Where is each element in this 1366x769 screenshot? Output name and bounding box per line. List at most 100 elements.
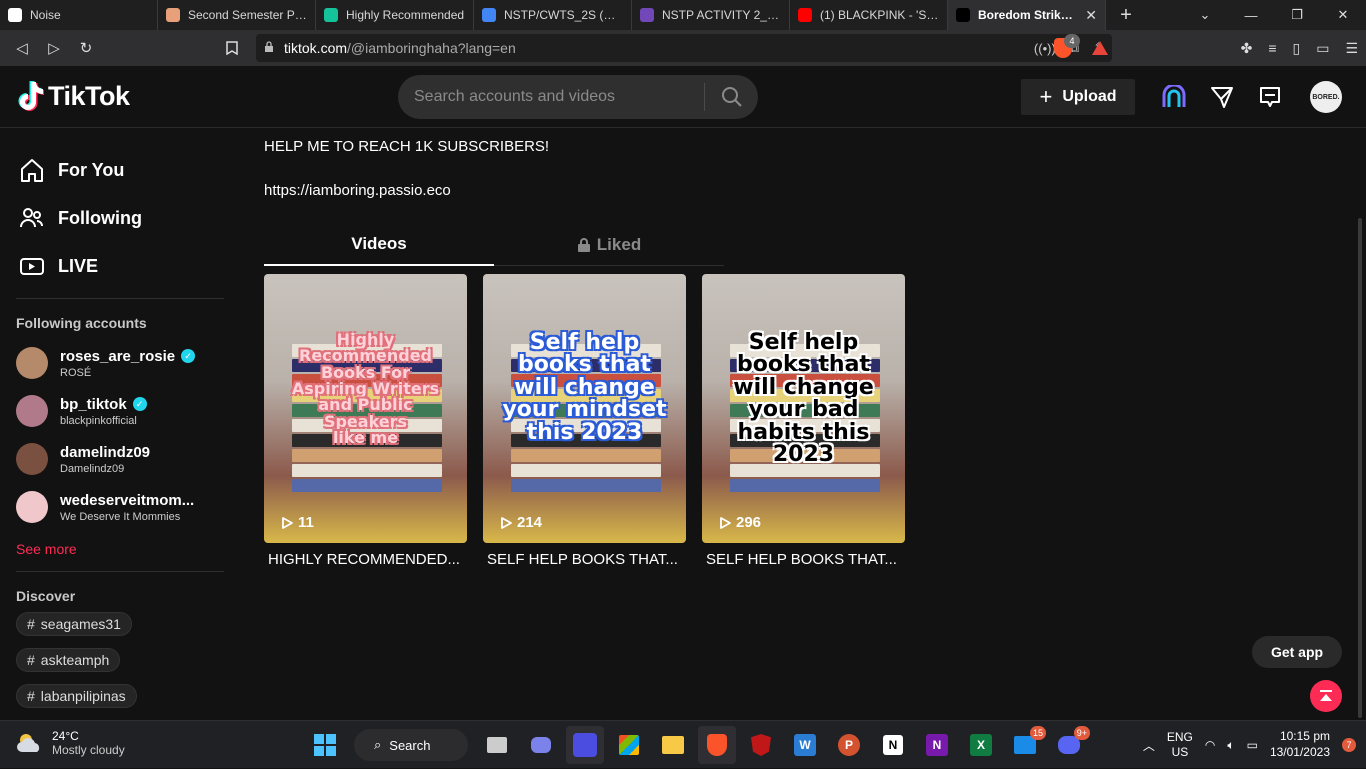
playlist-icon[interactable]: ≡	[1268, 40, 1276, 56]
store-icon[interactable]	[610, 726, 648, 764]
weather-widget[interactable]: 24°C Mostly cloudy	[16, 729, 125, 757]
file-explorer-icon[interactable]	[654, 726, 692, 764]
taskbar-search[interactable]: ⌕ Search	[354, 729, 468, 761]
account-avatar	[16, 443, 48, 475]
broadcast-icon[interactable]: ((•))	[1034, 41, 1056, 56]
video-thumbnail[interactable]: Self help books that will change your minds…	[483, 274, 686, 543]
tiktok-logo[interactable]: TikTok	[16, 80, 130, 112]
tab-search-icon[interactable]: ⌄	[1182, 0, 1228, 30]
video-caption[interactable]: SELF HELP BOOKS THAT...	[483, 551, 686, 568]
system-tray: ︿ ENG US ◠ 🔈︎ ▭ 10:15 pm 13/01/2023 7	[1143, 721, 1366, 769]
account-subtitle: blackpinkofficial	[60, 414, 137, 427]
video-card[interactable]: Highly Recommended Books For Aspiring Write…	[264, 274, 467, 568]
overlay-line: habits this	[737, 419, 870, 445]
video-card[interactable]: Self help books that will change your minds…	[483, 274, 686, 568]
following-account[interactable]: wedeserveitmom... We Deserve It Mommies	[0, 483, 240, 531]
account-avatar	[16, 491, 48, 523]
browser-tab[interactable]: Second Semester Preli	[158, 0, 316, 30]
search-button[interactable]	[710, 75, 754, 119]
mail-icon[interactable]: 15	[1006, 726, 1046, 764]
see-more-link[interactable]: See more	[0, 531, 240, 571]
discover-tag[interactable]: # seagames31	[16, 612, 132, 636]
notification-badge[interactable]: 7	[1342, 738, 1356, 752]
chevron-up-icon[interactable]: ︿	[1143, 737, 1155, 754]
account-subtitle: Damelindz09	[60, 462, 125, 475]
video-caption[interactable]: HIGHLY RECOMMENDED...	[264, 551, 467, 568]
tab-videos[interactable]: Videos	[264, 224, 494, 266]
brave-browser-icon[interactable]	[698, 726, 736, 764]
volume-icon[interactable]: 🔈︎	[1227, 738, 1234, 753]
discover-tag[interactable]: # labanpilipinas	[16, 684, 137, 708]
excel-icon[interactable]: X	[962, 726, 1000, 764]
close-window-button[interactable]: ✕	[1320, 0, 1366, 30]
tab-liked[interactable]: Liked	[494, 224, 724, 266]
browser-toolbar: ◁ ▷ ↻ tiktok.com/@iamboringhaha?lang=en …	[0, 30, 1366, 66]
notion-icon[interactable]: N	[874, 726, 912, 764]
logo-text: TikTok	[48, 80, 130, 111]
sidebar-item-following[interactable]: Following	[8, 194, 240, 242]
forward-icon[interactable]: ▷	[38, 32, 70, 64]
menu-icon[interactable]: ☰	[1345, 40, 1358, 57]
video-caption[interactable]: SELF HELP BOOKS THAT...	[702, 551, 905, 568]
sidebar-toggle-icon[interactable]: ▯	[1292, 40, 1300, 57]
maximize-button[interactable]: ❐	[1274, 0, 1320, 30]
new-tab-button[interactable]: +	[1106, 0, 1146, 30]
mcafee-icon[interactable]	[742, 726, 780, 764]
sidebar-item-live[interactable]: LIVE	[8, 242, 240, 290]
task-view-icon[interactable]	[478, 726, 516, 764]
minimize-button[interactable]: —	[1228, 0, 1274, 30]
powerpoint-icon[interactable]: P	[830, 726, 868, 764]
browser-tab-label: Second Semester Preli	[188, 8, 307, 22]
start-button[interactable]	[306, 726, 344, 764]
lock-icon	[264, 40, 274, 56]
back-to-top-button[interactable]	[1310, 680, 1342, 712]
profile-link[interactable]: https://iamboring.passio.eco	[264, 182, 451, 199]
messages-icon[interactable]	[1208, 83, 1236, 111]
following-account[interactable]: damelindz09 Damelindz09	[0, 435, 240, 483]
extensions-icon[interactable]: ✤	[1241, 40, 1253, 57]
browser-tab[interactable]: Boredom Strikes (@ ✕	[948, 0, 1106, 30]
onenote-icon[interactable]: N	[918, 726, 956, 764]
browser-tab-label: NSTP ACTIVITY 2_WEE	[662, 8, 781, 22]
profile-avatar[interactable]: BORED.	[1310, 81, 1342, 113]
bookmark-icon[interactable]	[216, 32, 248, 64]
video-thumbnail[interactable]: Highly Recommended Books For Aspiring Write…	[264, 274, 467, 543]
capcut-icon[interactable]	[566, 726, 604, 764]
language-indicator[interactable]: ENG US	[1167, 730, 1193, 760]
following-account[interactable]: bp_tiktok ✓ blackpinkofficial	[0, 387, 240, 435]
search-input[interactable]	[414, 88, 694, 106]
lock-icon	[577, 238, 590, 252]
meet-icon[interactable]	[522, 726, 560, 764]
inbox-icon[interactable]	[1256, 83, 1284, 111]
address-bar[interactable]: tiktok.com/@iamboringhaha?lang=en ((•)) …	[256, 34, 1112, 62]
video-card[interactable]: Self help books that will change your bad ha…	[702, 274, 905, 568]
word-icon[interactable]: W	[786, 726, 824, 764]
following-account[interactable]: roses_are_rosie ✓ ROSÉ	[0, 339, 240, 387]
overlay-line: will change	[514, 374, 655, 400]
upload-button[interactable]: + Upload	[1021, 79, 1135, 115]
discover-tag[interactable]: # askteamph	[16, 648, 121, 672]
browser-tab[interactable]: NSTP ACTIVITY 2_WEE	[632, 0, 790, 30]
live-studio-icon[interactable]	[1160, 83, 1188, 111]
browser-tab[interactable]: (1) BLACKPINK - 'SURE	[790, 0, 948, 30]
browser-tab[interactable]: Highly Recommended	[316, 0, 474, 30]
close-tab-icon[interactable]: ✕	[1085, 7, 1097, 24]
taskbar-apps: ⌕ Search W P N N X 15 9+	[306, 725, 1090, 765]
overlay-line: books that	[518, 352, 651, 378]
wallet-icon[interactable]: ▭	[1316, 40, 1329, 57]
sidebar-item-for-you[interactable]: For You	[8, 146, 240, 194]
scrollbar-thumb[interactable]	[1358, 218, 1362, 718]
get-app-button[interactable]: Get app	[1252, 636, 1342, 668]
discord-icon[interactable]: 9+	[1050, 726, 1090, 764]
clock[interactable]: 10:15 pm 13/01/2023	[1270, 729, 1330, 760]
overlay-line: this 2023	[526, 419, 643, 445]
video-thumbnail[interactable]: Self help books that will change your bad ha…	[702, 274, 905, 543]
reload-icon[interactable]: ↻	[70, 32, 102, 64]
brave-shields-icon[interactable]: 4	[1054, 34, 1080, 58]
back-icon[interactable]: ◁	[6, 32, 38, 64]
battery-icon[interactable]: ▭	[1247, 738, 1258, 752]
brave-rewards-icon[interactable]	[1092, 41, 1108, 55]
browser-tab[interactable]: Noise	[0, 0, 158, 30]
wifi-icon[interactable]: ◠	[1205, 738, 1215, 752]
browser-tab[interactable]: NSTP/CWTS_2S (B) AU	[474, 0, 632, 30]
